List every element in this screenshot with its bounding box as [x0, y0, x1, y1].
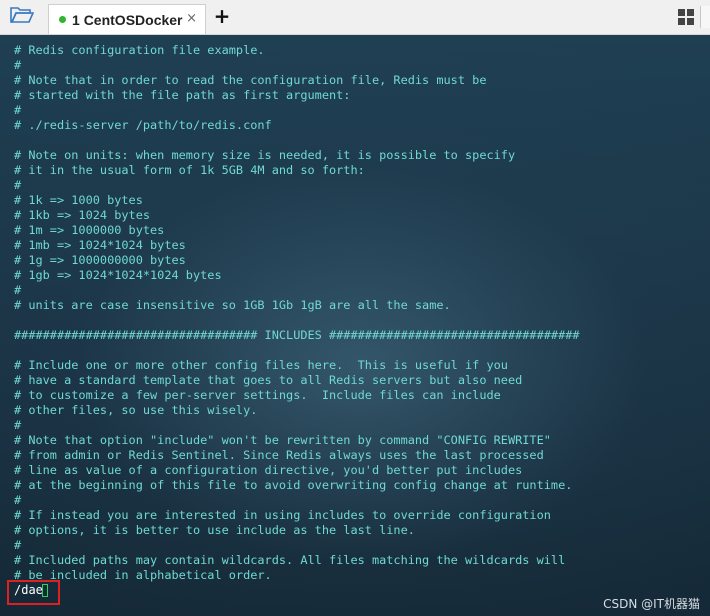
layout-button[interactable]: [678, 9, 694, 25]
tab-title: CentOSDocker: [83, 11, 183, 28]
terminal-line: # Include one or more other config files…: [14, 358, 508, 372]
terminal-line: # 1mb => 1024*1024 bytes: [14, 238, 186, 252]
terminal-line: # 1m => 1000000 bytes: [14, 223, 165, 237]
tab-label: 1 CentOSDocker: [72, 12, 183, 28]
terminal-line: #: [14, 283, 22, 297]
terminal-line: # started with the file path as first ar…: [14, 88, 351, 102]
terminal-view[interactable]: # Redis configuration file example. # # No…: [0, 35, 710, 616]
terminal-line: # 1kb => 1024 bytes: [14, 208, 151, 222]
terminal-line: # options, it is better to use include a…: [14, 523, 415, 537]
terminal-line: # line as value of a configuration direc…: [14, 463, 523, 477]
terminal-line: # Redis configuration file example.: [14, 43, 265, 57]
open-folder-button[interactable]: [8, 6, 36, 28]
terminal-line: # If instead you are interested in using…: [14, 508, 551, 522]
terminal-line: # have a standard template that goes to …: [14, 373, 523, 387]
terminal-line: # Note that option "include" won't be re…: [14, 433, 551, 447]
command-input[interactable]: /dae: [14, 583, 43, 598]
terminal-line: #: [14, 493, 22, 507]
connection-status-icon: [59, 16, 66, 23]
terminal-line: # ./redis-server /path/to/redis.conf: [14, 118, 272, 132]
terminal-line: # 1g => 1000000000 bytes: [14, 253, 186, 267]
terminal-line: # other files, so use this wisely.: [14, 403, 258, 417]
tab-index: 1: [72, 11, 80, 28]
watermark: CSDN @IT机器猫: [603, 597, 700, 611]
terminal-line: # Note on units: when memory size is nee…: [14, 148, 516, 162]
terminal-line: #: [14, 418, 22, 432]
terminal-line: #: [14, 103, 22, 117]
terminal-line: ################################## INCLU…: [14, 328, 580, 342]
text-cursor: [42, 584, 48, 597]
terminal-line: # Note that in order to read the configu…: [14, 73, 487, 87]
terminal-line: #: [14, 58, 22, 72]
terminal-line: # to customize a few per-server settings…: [14, 388, 501, 402]
terminal-output: # Redis configuration file example. # # No…: [14, 43, 580, 583]
terminal-line: # 1gb => 1024*1024*1024 bytes: [14, 268, 222, 282]
terminal-line: # be included in alphabetical order.: [14, 568, 272, 582]
panel-toggle-button[interactable]: [700, 6, 710, 28]
terminal-line: # from admin or Redis Sentinel. Since Re…: [14, 448, 544, 462]
terminal-line: #: [14, 178, 22, 192]
terminal-line: # units are case insensitive so 1GB 1Gb …: [14, 298, 451, 312]
terminal-line: # at the beginning of this file to avoid…: [14, 478, 573, 492]
terminal-line: # 1k => 1000 bytes: [14, 193, 143, 207]
folder-open-icon: [10, 6, 35, 28]
terminal-line: # it in the usual form of 1k 5GB 4M and …: [14, 163, 365, 177]
terminal-line: # Included paths may contain wildcards. …: [14, 553, 566, 567]
terminal-line: #: [14, 538, 22, 552]
grid-layout-icon: [678, 9, 694, 29]
tab-session[interactable]: 1 CentOSDocker ×: [48, 4, 206, 34]
add-tab-button[interactable]: +: [212, 4, 232, 28]
tab-bar: 1 CentOSDocker × +: [0, 0, 710, 35]
close-icon[interactable]: ×: [186, 11, 197, 26]
